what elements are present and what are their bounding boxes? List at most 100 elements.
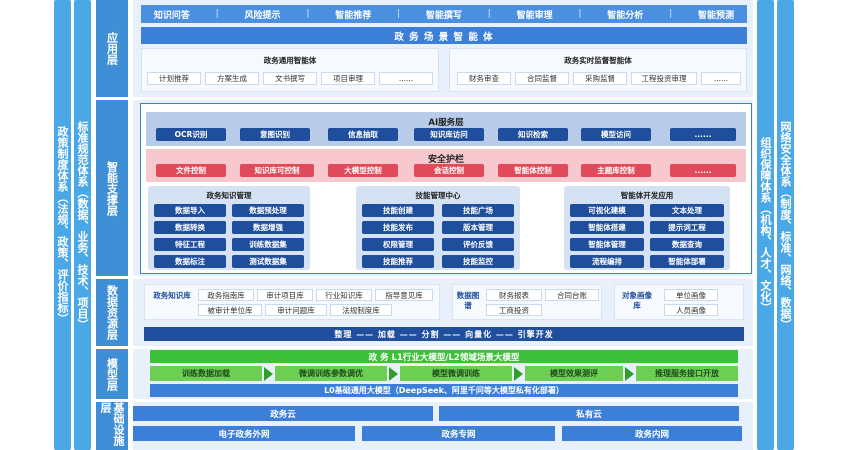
skill-center-item[interactable]: 版本管理 (442, 221, 514, 234)
ai-service-item[interactable]: 意图识别 (240, 128, 310, 141)
network-item[interactable]: 政务专网 (362, 426, 555, 441)
general-agent-item[interactable]: 方案生成 (205, 72, 259, 85)
security-system-column: 网络安全体系（制度、标准、网络、数据） (777, 0, 794, 450)
skill-center-item[interactable]: 权限管理 (362, 238, 434, 251)
data-flow-bar: 整理 —— 加载 —— 分割 —— 向量化 —— 引擎开发 (144, 327, 744, 341)
agent-dev-item[interactable]: 智能体管理 (570, 238, 644, 251)
model-step[interactable]: 训练数据加载 (150, 366, 262, 381)
app-item[interactable]: 智能推荐 (335, 8, 371, 21)
general-agent-item[interactable]: 项目审理 (321, 72, 375, 85)
knowledge-mgmt-item[interactable]: 训练数据集 (232, 238, 304, 251)
skill-center-item[interactable]: 技能发布 (362, 221, 434, 234)
skill-center-item[interactable]: 技能推荐 (362, 255, 434, 268)
gov-knowledge-item[interactable]: 审计问题库 (265, 304, 327, 316)
data-graph-item[interactable]: 合同台账 (545, 289, 599, 301)
ai-service-item[interactable]: 知识检索 (498, 128, 568, 141)
layer-data: 数据资源层 (96, 279, 128, 346)
supervision-agent-item[interactable]: 工程投资审理 (631, 72, 697, 85)
data-graph-item[interactable]: 财务报表 (486, 289, 542, 301)
general-agent-title: 政务通用智能体 (263, 56, 317, 65)
profile-item[interactable]: 单位画像 (664, 289, 718, 301)
layer-application: 应用层 (96, 0, 128, 97)
data-graph-item[interactable]: 工商投资 (486, 304, 542, 316)
gov-knowledge-item[interactable]: 被审计单位库 (198, 304, 262, 316)
ai-service-item[interactable]: 知识库访问 (414, 128, 484, 141)
skill-center-item[interactable]: 技能监控 (442, 255, 514, 268)
step-arrow-icon (625, 367, 634, 381)
base-model-bar: L0基础通用大模型（DeepSeek、阿里千问等大模型私有化部署） (150, 384, 738, 397)
app-item[interactable]: 智能撰写 (426, 8, 462, 21)
general-agent-item[interactable]: 计划推荐 (147, 72, 201, 85)
policy-system-column: 政策制度体系（法规、政策、评价指标） (54, 0, 71, 450)
application-top-bar: 知识问答 | 风险提示 | 智能推荐 | 智能撰写 | 智能审理 | 智能分析 | 智能预测 (141, 5, 747, 23)
general-agent-item[interactable]: ...... (379, 72, 433, 85)
agent-dev-item[interactable]: 流程编排 (570, 255, 644, 268)
standard-system-label: 标准规范体系（数据、业务、技术、项目） (76, 120, 89, 330)
safety-guard-item[interactable]: 文件控制 (156, 164, 226, 177)
supervision-agent-item[interactable]: 合同监督 (515, 72, 569, 85)
knowledge-mgmt-item[interactable]: 数据预处理 (232, 204, 304, 217)
profile-item[interactable]: 人员画像 (664, 304, 718, 316)
agent-dev-item[interactable]: 可视化建模 (570, 204, 644, 217)
security-system-label: 网络安全体系（制度、标准、网络、数据） (779, 120, 792, 330)
agent-dev-item[interactable]: 提示词工程 (650, 221, 724, 234)
skill-center-item[interactable]: 评价反馈 (442, 238, 514, 251)
layer-data-label: 数据资源层 (105, 285, 119, 340)
knowledge-mgmt-item[interactable]: 数据增强 (232, 221, 304, 234)
data-graph-label: 数据图谱 (456, 291, 480, 310)
step-arrow-icon (389, 367, 398, 381)
app-item[interactable]: 风险提示 (245, 8, 281, 21)
model-step[interactable]: 模型效果测评 (525, 366, 623, 381)
cloud-item[interactable]: 政务云 (133, 406, 433, 421)
layer-model-label: 模型层 (105, 357, 119, 391)
app-item[interactable]: 智能审理 (517, 8, 553, 21)
layer-support: 智能支撑层 (96, 100, 128, 276)
agent-dev-item[interactable]: 数据查询 (650, 238, 724, 251)
model-step[interactable]: 推理服务接口开放 (636, 366, 738, 381)
knowledge-mgmt-item[interactable]: 特征工程 (154, 238, 226, 251)
gov-knowledge-item[interactable]: 审计项目库 (257, 289, 313, 301)
gov-knowledge-label: 政务知识库 (153, 291, 191, 300)
model-step[interactable]: 模型微调训练 (400, 366, 512, 381)
knowledge-mgmt-item[interactable]: 测试数据集 (232, 255, 304, 268)
agent-dev-item[interactable]: 文本处理 (650, 204, 724, 217)
safety-guard-item[interactable]: ...... (670, 164, 736, 177)
skill-center-item[interactable]: 技能广场 (442, 204, 514, 217)
organization-system-label: 组织保障体系（机构、人才、文化） (759, 137, 772, 313)
industry-model-bar: 政 务 L1行业大模型/L2领域场景大模型 (150, 350, 738, 363)
safety-guard-item[interactable]: 大模型控制 (328, 164, 398, 177)
safety-guard-item[interactable]: 智能体控制 (498, 164, 568, 177)
agent-dev-item[interactable]: 智能体搭建 (570, 221, 644, 234)
gov-knowledge-item[interactable]: 指导意见库 (375, 289, 433, 301)
general-agent-item[interactable]: 文书撰写 (263, 72, 317, 85)
ai-service-item[interactable]: ...... (670, 128, 736, 141)
safety-guard-item[interactable]: 主题库控制 (581, 164, 651, 177)
network-item[interactable]: 政务内网 (562, 426, 742, 441)
gov-knowledge-item[interactable]: 行业知识库 (316, 289, 372, 301)
app-item[interactable]: 智能预测 (698, 8, 734, 21)
app-item[interactable]: 智能分析 (607, 8, 643, 21)
safety-guard-item[interactable]: 会话控制 (414, 164, 484, 177)
knowledge-mgmt-item[interactable]: 数据标注 (154, 255, 226, 268)
cloud-item[interactable]: 私有云 (439, 406, 739, 421)
skill-center-item[interactable]: 技能创建 (362, 204, 434, 217)
ai-service-item[interactable]: 信息抽取 (328, 128, 398, 141)
supervision-agent-item[interactable]: 财务审查 (457, 72, 511, 85)
knowledge-mgmt-item[interactable]: 数据转换 (154, 221, 226, 234)
network-item[interactable]: 电子政务外网 (133, 426, 355, 441)
supervision-agent-title: 政务实时监督智能体 (564, 56, 632, 65)
ai-service-item[interactable]: OCR识别 (156, 128, 226, 141)
gov-knowledge-item[interactable]: 政务指南库 (198, 289, 254, 301)
supervision-agent-item[interactable]: ...... (701, 72, 741, 85)
safety-guard-item[interactable]: 知识库可控制 (240, 164, 314, 177)
model-step[interactable]: 微调训练参数调优 (275, 366, 387, 381)
app-item[interactable]: 知识问答 (154, 8, 190, 21)
agent-dev-item[interactable]: 智能体部署 (650, 255, 724, 268)
gov-knowledge-item[interactable]: 法规制度库 (330, 304, 392, 316)
knowledge-mgmt-title: 政务知识管理 (206, 191, 252, 200)
scene-agent-banner: 政 务 场 景 智 能 体 (141, 27, 747, 44)
ai-service-item[interactable]: 模型访问 (581, 128, 651, 141)
knowledge-mgmt-item[interactable]: 数据导入 (154, 204, 226, 217)
profile-label: 对象画像库 (622, 291, 652, 310)
supervision-agent-item[interactable]: 采购监督 (573, 72, 627, 85)
